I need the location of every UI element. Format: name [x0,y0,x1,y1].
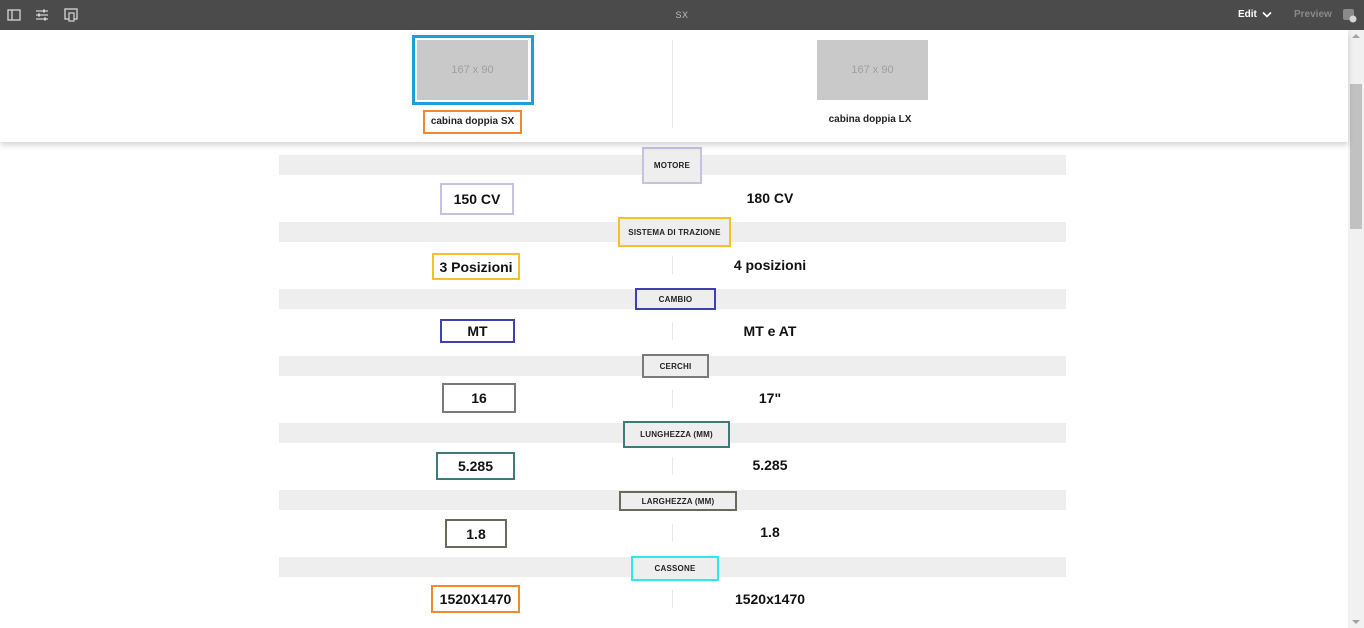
spec-value-sx[interactable]: MT [440,319,515,343]
spec-label-cerchi[interactable]: CERCHI [642,354,709,378]
spec-value-lx[interactable]: MT e AT [670,321,870,341]
edit-mode-dropdown[interactable]: Edit [1238,0,1272,30]
vertical-scrollbar[interactable] [1348,30,1364,628]
spec-label-cassone[interactable]: CASSONE [631,556,719,581]
spec-value-sx[interactable]: 1.8 [445,519,507,548]
scroll-up-arrow-icon[interactable] [1352,34,1360,38]
model-name-sx[interactable]: cabina doppia SX [423,110,522,134]
spec-value-sx[interactable]: 3 Posizioni [432,253,520,280]
model-name-lx[interactable]: cabina doppia LX [770,111,970,129]
chevron-down-icon [1262,11,1272,18]
spec-value-lx[interactable]: 5.285 [670,455,870,475]
scroll-down-arrow-icon[interactable] [1352,620,1360,624]
spec-label-motore[interactable]: MOTORE [642,147,702,184]
spec-value-sx[interactable]: 1520X1470 [431,585,520,613]
spec-value-sx[interactable]: 5.285 [436,452,515,480]
annotations-icon[interactable] [1342,8,1357,23]
editor-toolbar: SX Edit Preview [0,0,1364,30]
preview-button[interactable]: Preview [1294,0,1332,30]
spec-value-sx[interactable]: 16 [442,383,516,413]
spec-value-lx[interactable]: 17" [670,388,870,408]
spec-value-lx[interactable]: 1520x1470 [670,589,870,609]
spec-value-sx[interactable]: 150 CV [440,183,514,215]
spec-label-lunghezza[interactable]: LUNGHEZZA (MM) [623,421,730,448]
spec-label-trazione[interactable]: SISTEMA DI TRAZIONE [618,217,731,247]
scrollbar-thumb[interactable] [1350,84,1362,229]
spec-value-lx[interactable]: 180 CV [670,188,870,208]
column-divider [672,40,673,128]
model-header: 167 x 90 cabina doppia SX 167 x 90 cabin… [0,30,1348,142]
spec-label-larghezza[interactable]: LARGHEZZA (MM) [619,491,737,511]
spec-value-lx[interactable]: 1.8 [670,522,870,542]
model-image-sx[interactable]: 167 x 90 [417,40,528,100]
page-title: SX [675,10,689,20]
edit-label: Edit [1238,9,1257,20]
spec-value-lx[interactable]: 4 posizioni [670,255,870,275]
spec-label-cambio[interactable]: CAMBIO [635,288,716,310]
model-image-lx[interactable]: 167 x 90 [817,40,928,100]
